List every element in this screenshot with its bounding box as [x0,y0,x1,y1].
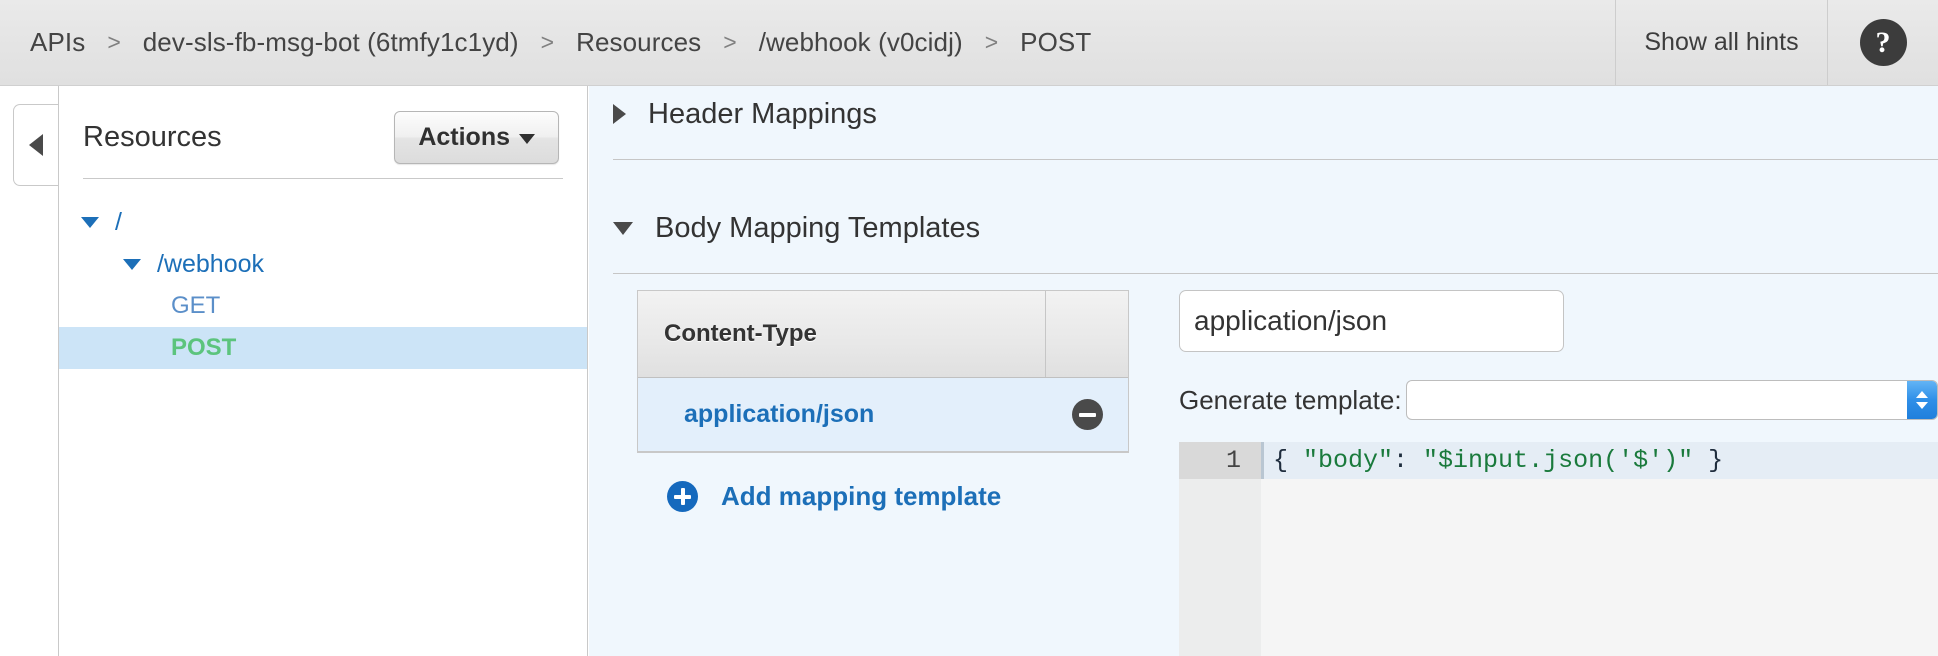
resource-tree: / /webhook GET POST [59,179,587,369]
code-token: } [1693,446,1724,475]
sidebar-item-get[interactable]: GET [59,285,587,327]
breadcrumb-resources[interactable]: Resources [576,27,701,58]
table-header-row: Content-Type [638,291,1128,378]
chevron-down-icon[interactable] [613,221,633,235]
breadcrumb-separator: > [984,29,999,55]
breadcrumb-method: POST [1020,27,1092,57]
editor-code-area[interactable]: { "body": "$input.json('$')" } [1261,442,1938,656]
top-breadcrumb-bar: APIs > dev-sls-fb-msg-bot (6tmfy1c1yd) > Res… [0,0,1938,86]
show-all-hints-label: Show all hints [1644,28,1799,56]
actions-button[interactable]: Actions [394,110,559,164]
help-button[interactable]: ? [1828,0,1938,85]
sidebar-item-post[interactable]: POST [59,327,587,369]
add-mapping-template-label: Add mapping template [721,481,1002,511]
minus-circle-icon[interactable] [1071,399,1103,430]
api-gateway-console: APIs > dev-sls-fb-msg-bot (6tmfy1c1yd) > Res… [0,0,1938,656]
chevron-down-icon [519,133,535,144]
section-divider [613,159,1938,160]
plus-circle-icon [667,481,698,512]
column-header-content-type: Content-Type [638,291,1046,377]
body-mapping-templates-title: Body Mapping Templates [655,211,981,244]
content-type-cell[interactable]: application/json [638,400,1046,429]
section-divider [613,273,1938,274]
add-mapping-template-button[interactable]: Add mapping template [637,481,1129,512]
generate-template-label: Generate template: [1179,384,1402,415]
row-actions-cell [1046,399,1128,430]
actions-button-label: Actions [418,122,510,151]
template-code-editor[interactable]: 1 { "body": "$input.json('$')" } [1179,442,1938,656]
resources-sidebar: Resources Actions / /webhook GET POST [58,86,588,656]
line-number: 1 [1179,442,1261,479]
help-icon: ? [1859,19,1907,66]
sidebar-item-label: GET [171,292,221,319]
section-header-mappings[interactable]: Header Mappings [589,86,1938,142]
sidebar-item-webhook[interactable]: /webhook [59,243,587,285]
left-triangle-icon [29,134,43,156]
breadcrumb-resource[interactable]: /webhook (v0cidj) [759,27,963,58]
code-token: : [1393,446,1424,475]
breadcrumb-separator: > [540,29,555,55]
sidebar-item-[interactable]: / [59,201,587,243]
sidebar-item-label: / [115,207,122,236]
chevron-down-icon[interactable] [81,216,99,228]
content-type-column: Content-Type application/json Add mappin… [637,290,1129,656]
editor-gutter: 1 [1179,442,1261,656]
method-execution-panel: Header Mappings Body Mapping Templates C… [589,86,1938,656]
sidebar-item-label: POST [171,334,237,361]
breadcrumb: APIs > dev-sls-fb-msg-bot (6tmfy1c1yd) > Res… [0,0,1615,85]
content-type-input[interactable] [1179,290,1564,352]
header-mappings-title: Header Mappings [648,97,877,130]
template-editor-column: Generate template: Method Request passth… [1179,290,1938,656]
sidebar-title: Resources [83,120,222,153]
sidebar-header: Resources Actions [59,86,587,166]
breadcrumb-separator: > [107,29,121,55]
column-header-actions [1046,291,1128,377]
sidebar-item-label: /webhook [157,249,265,278]
generate-template-select-wrap: Method Request passthroughError [1405,380,1938,420]
chevron-down-icon[interactable] [123,258,141,270]
content-type-table: Content-Type application/json [637,290,1129,453]
section-body-mapping-templates[interactable]: Body Mapping Templates [589,200,1938,256]
generate-template-select[interactable]: Method Request passthroughError [1405,380,1938,420]
body-mapping-content: Content-Type application/json Add mappin… [589,290,1938,656]
code-token: "$input.json('$')" [1423,446,1694,475]
breadcrumb-api[interactable]: dev-sls-fb-msg-bot (6tmfy1c1yd) [143,27,519,58]
show-all-hints-button[interactable]: Show all hints [1615,0,1828,85]
code-line[interactable]: { "body": "$input.json('$')" } [1261,442,1938,479]
sidebar-collapse-button[interactable] [13,104,58,186]
breadcrumb-separator: > [723,29,737,55]
code-token: "body" [1303,446,1394,475]
generate-template-row: Generate template: Method Request passth… [1179,380,1938,420]
code-token: { [1273,446,1304,475]
table-row[interactable]: application/json [638,378,1128,452]
breadcrumb-apis[interactable]: APIs [30,27,85,58]
chevron-right-icon[interactable] [613,104,626,124]
